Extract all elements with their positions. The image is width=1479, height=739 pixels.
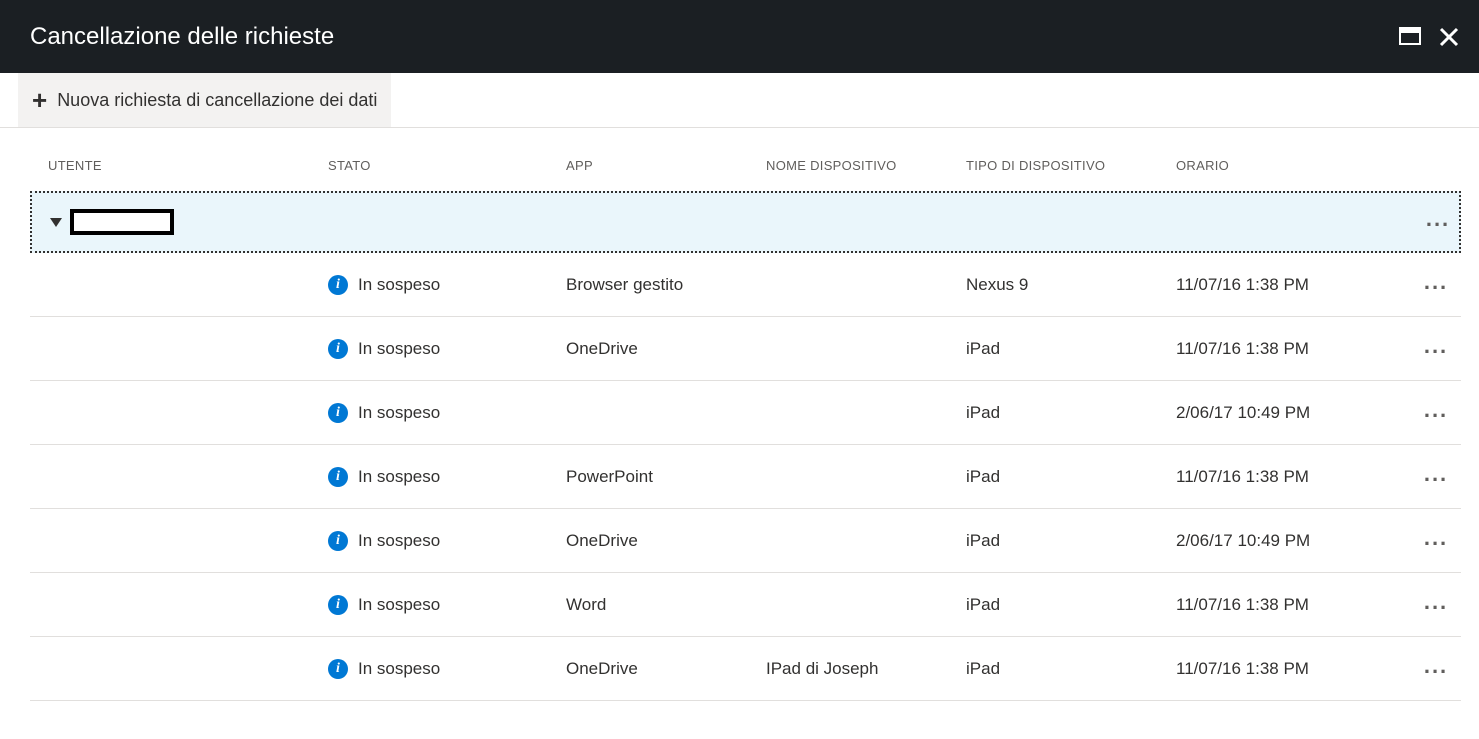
cell-app: PowerPoint	[566, 467, 766, 487]
table-row[interactable]: i In sospeso Browser gestito Nexus 911/07/1…	[30, 253, 1461, 317]
col-time[interactable]: ORARIO	[1176, 158, 1406, 173]
cell-time: 2/06/17 10:49 PM	[1176, 403, 1406, 423]
cell-device-name: IPad di Joseph	[766, 659, 966, 679]
plus-icon: +	[32, 87, 47, 113]
table-row[interactable]: i In sospeso OneDriveIPad di JosephiPad11/…	[30, 637, 1461, 701]
status-text: In sospeso	[358, 275, 440, 295]
cell-app: OneDrive	[566, 339, 766, 359]
status-text: In sospeso	[358, 467, 440, 487]
cell-time: 11/07/16 1:38 PM	[1176, 659, 1406, 679]
cell-status: i In sospeso	[328, 339, 566, 359]
toolbar: + Nuova richiesta di cancellazione dei d…	[0, 73, 1479, 128]
group-toggle[interactable]	[50, 209, 330, 235]
cell-device-type: iPad	[966, 467, 1176, 487]
cell-status: i In sospeso	[328, 595, 566, 615]
col-status[interactable]: STATO	[328, 158, 566, 173]
status-text: In sospeso	[358, 339, 440, 359]
cell-app: OneDrive	[566, 659, 766, 679]
user-redacted	[70, 209, 174, 235]
cell-app: Word	[566, 595, 766, 615]
more-actions-icon[interactable]: ...	[1424, 589, 1448, 621]
more-actions-icon[interactable]: ...	[1426, 206, 1450, 238]
cell-app: Browser gestito	[566, 275, 766, 295]
blade-title: Cancellazione delle richieste	[30, 23, 334, 51]
cell-device-type: iPad	[966, 595, 1176, 615]
cell-time: 11/07/16 1:38 PM	[1176, 339, 1406, 359]
new-wipe-request-button[interactable]: + Nuova richiesta di cancellazione dei d…	[18, 73, 391, 127]
more-actions-icon[interactable]: ...	[1424, 269, 1448, 301]
info-icon: i	[328, 403, 348, 423]
cell-status: i In sospeso	[328, 467, 566, 487]
table-row[interactable]: i In sospeso PowerPoint iPad11/07/16 1:38 P…	[30, 445, 1461, 509]
cell-time: 11/07/16 1:38 PM	[1176, 467, 1406, 487]
cell-device-type: iPad	[966, 339, 1176, 359]
restore-icon[interactable]	[1399, 27, 1421, 47]
cell-device-type: iPad	[966, 531, 1176, 551]
col-device-type[interactable]: TIPO DI DISPOSITIVO	[966, 158, 1176, 173]
more-actions-icon[interactable]: ...	[1424, 461, 1448, 493]
cell-time: 11/07/16 1:38 PM	[1176, 275, 1406, 295]
col-device-name[interactable]: NOME DISPOSITIVO	[766, 158, 966, 173]
group-row[interactable]: ...	[30, 191, 1461, 253]
info-icon: i	[328, 339, 348, 359]
status-text: In sospeso	[358, 403, 440, 423]
blade-controls	[1399, 27, 1459, 47]
grid: UTENTE STATO APP NOME DISPOSITIVO TIPO D…	[0, 128, 1479, 701]
cell-status: i In sospeso	[328, 403, 566, 423]
col-app[interactable]: APP	[566, 158, 766, 173]
info-icon: i	[328, 531, 348, 551]
chevron-down-icon	[50, 218, 62, 227]
cell-device-type: iPad	[966, 659, 1176, 679]
cell-device-type: Nexus 9	[966, 275, 1176, 295]
col-user[interactable]: UTENTE	[48, 158, 328, 173]
status-text: In sospeso	[358, 595, 440, 615]
more-actions-icon[interactable]: ...	[1424, 525, 1448, 557]
grid-header: UTENTE STATO APP NOME DISPOSITIVO TIPO D…	[30, 158, 1461, 191]
cell-time: 2/06/17 10:49 PM	[1176, 531, 1406, 551]
info-icon: i	[328, 275, 348, 295]
cell-status: i In sospeso	[328, 275, 566, 295]
info-icon: i	[328, 467, 348, 487]
more-actions-icon[interactable]: ...	[1424, 333, 1448, 365]
status-text: In sospeso	[358, 531, 440, 551]
status-text: In sospeso	[358, 659, 440, 679]
table-row[interactable]: i In sospeso OneDrive iPad11/07/16 1:38 PM.…	[30, 317, 1461, 381]
close-icon[interactable]	[1439, 27, 1459, 47]
table-row[interactable]: i In sospeso OneDrive iPad2/06/17 10:49 PM.…	[30, 509, 1461, 573]
info-icon: i	[328, 659, 348, 679]
new-wipe-request-label: Nuova richiesta di cancellazione dei dat…	[57, 90, 377, 111]
more-actions-icon[interactable]: ...	[1424, 653, 1448, 685]
table-row[interactable]: i In sospeso Word iPad11/07/16 1:38 PM...	[30, 573, 1461, 637]
cell-app: OneDrive	[566, 531, 766, 551]
cell-status: i In sospeso	[328, 531, 566, 551]
cell-status: i In sospeso	[328, 659, 566, 679]
more-actions-icon[interactable]: ...	[1424, 397, 1448, 429]
info-icon: i	[328, 595, 348, 615]
blade-header: Cancellazione delle richieste	[0, 0, 1479, 73]
cell-device-type: iPad	[966, 403, 1176, 423]
cell-time: 11/07/16 1:38 PM	[1176, 595, 1406, 615]
table-row[interactable]: i In sospeso iPad2/06/17 10:49 PM...	[30, 381, 1461, 445]
